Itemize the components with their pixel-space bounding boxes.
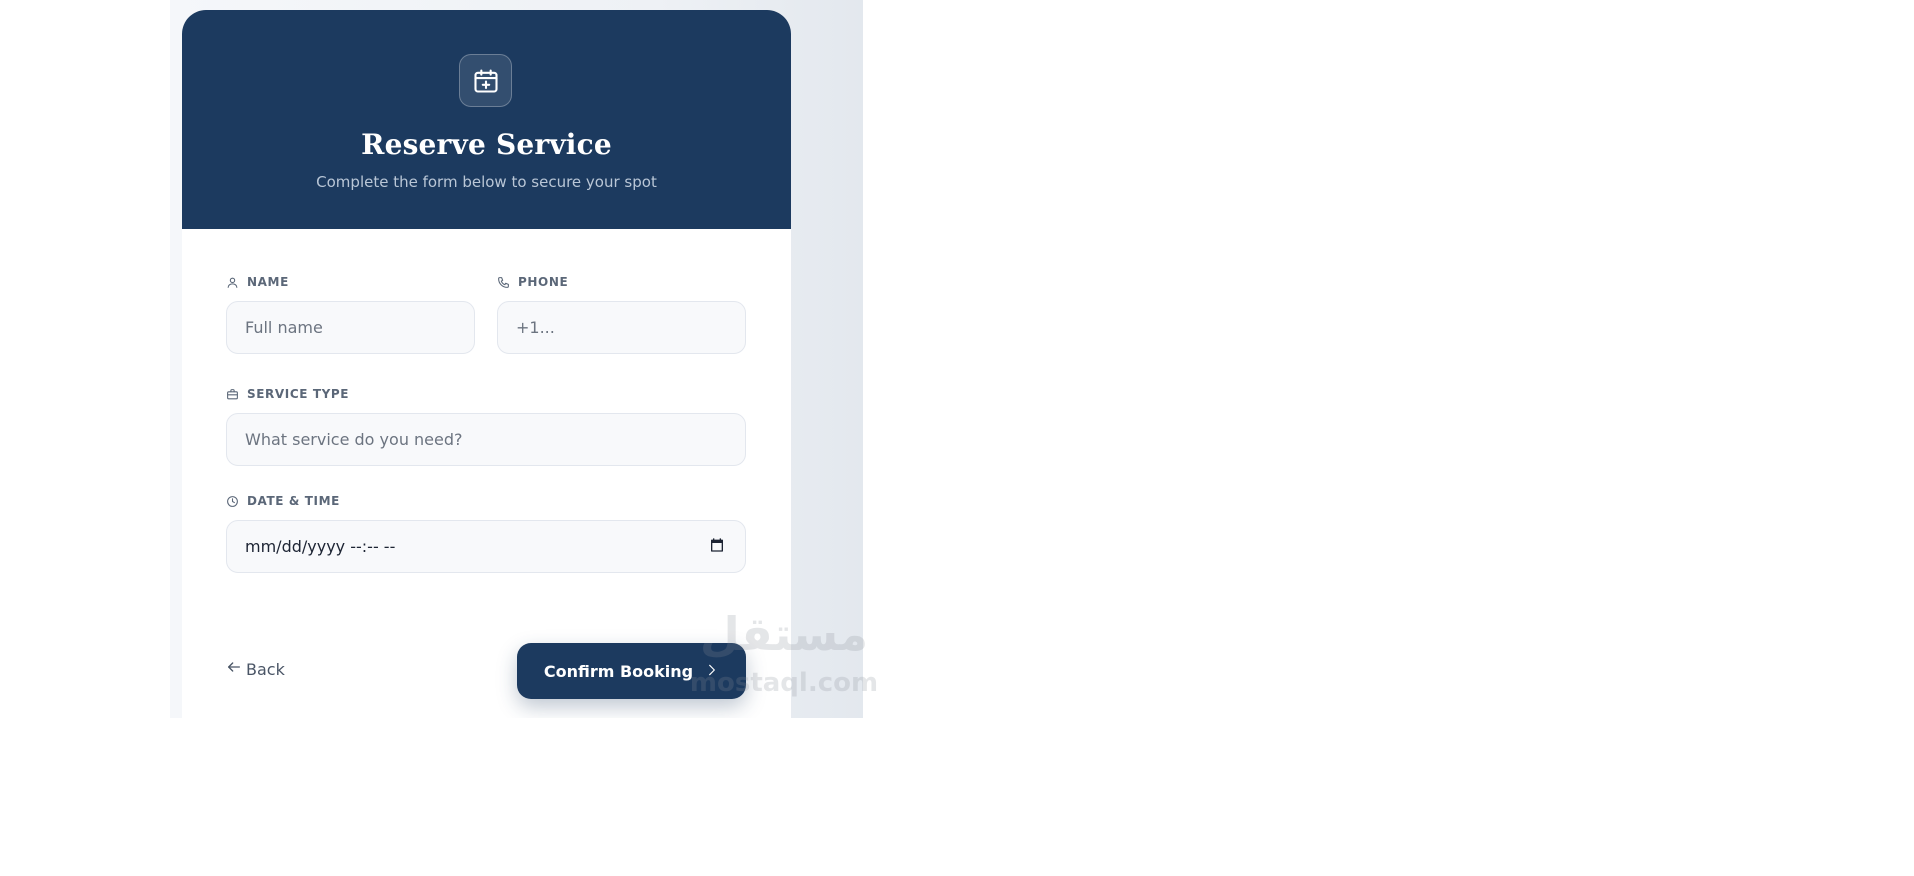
back-link[interactable]: Back xyxy=(226,659,285,679)
name-input[interactable] xyxy=(226,301,475,354)
date-time-input[interactable]: mm/dd/yyyy --:-- -- xyxy=(226,520,746,573)
phone-input[interactable] xyxy=(497,301,746,354)
date-time-value: mm/dd/yyyy --:-- -- xyxy=(245,537,396,556)
phone-label-text: PHONE xyxy=(518,275,569,289)
calendar-picker-icon[interactable] xyxy=(709,537,725,557)
confirm-booking-label: Confirm Booking xyxy=(543,661,694,681)
calendar-plus-icon xyxy=(459,54,512,107)
confirm-booking-button[interactable]: Confirm Booking xyxy=(517,643,746,699)
phone-label: PHONE xyxy=(497,275,568,289)
back-link-label: Back xyxy=(246,659,285,679)
user-icon xyxy=(226,276,239,289)
page-title: Reserve Service xyxy=(361,128,612,161)
booking-card: Reserve Service Complete the form below … xyxy=(182,10,791,718)
briefcase-icon xyxy=(226,388,239,401)
name-label: NAME xyxy=(226,275,289,289)
phone-icon xyxy=(497,276,510,289)
name-label-text: NAME xyxy=(247,275,289,289)
date-time-label-text: DATE & TIME xyxy=(247,494,340,508)
card-header: Reserve Service Complete the form below … xyxy=(182,10,791,229)
clock-icon xyxy=(226,495,239,508)
service-type-input[interactable] xyxy=(226,413,746,466)
chevron-right-icon xyxy=(705,662,719,681)
arrow-left-icon xyxy=(226,659,242,679)
service-type-label: SERVICE TYPE xyxy=(226,387,349,401)
date-time-label: DATE & TIME xyxy=(226,494,340,508)
service-type-label-text: SERVICE TYPE xyxy=(247,387,350,401)
page-subtitle: Complete the form below to secure your s… xyxy=(316,173,657,191)
